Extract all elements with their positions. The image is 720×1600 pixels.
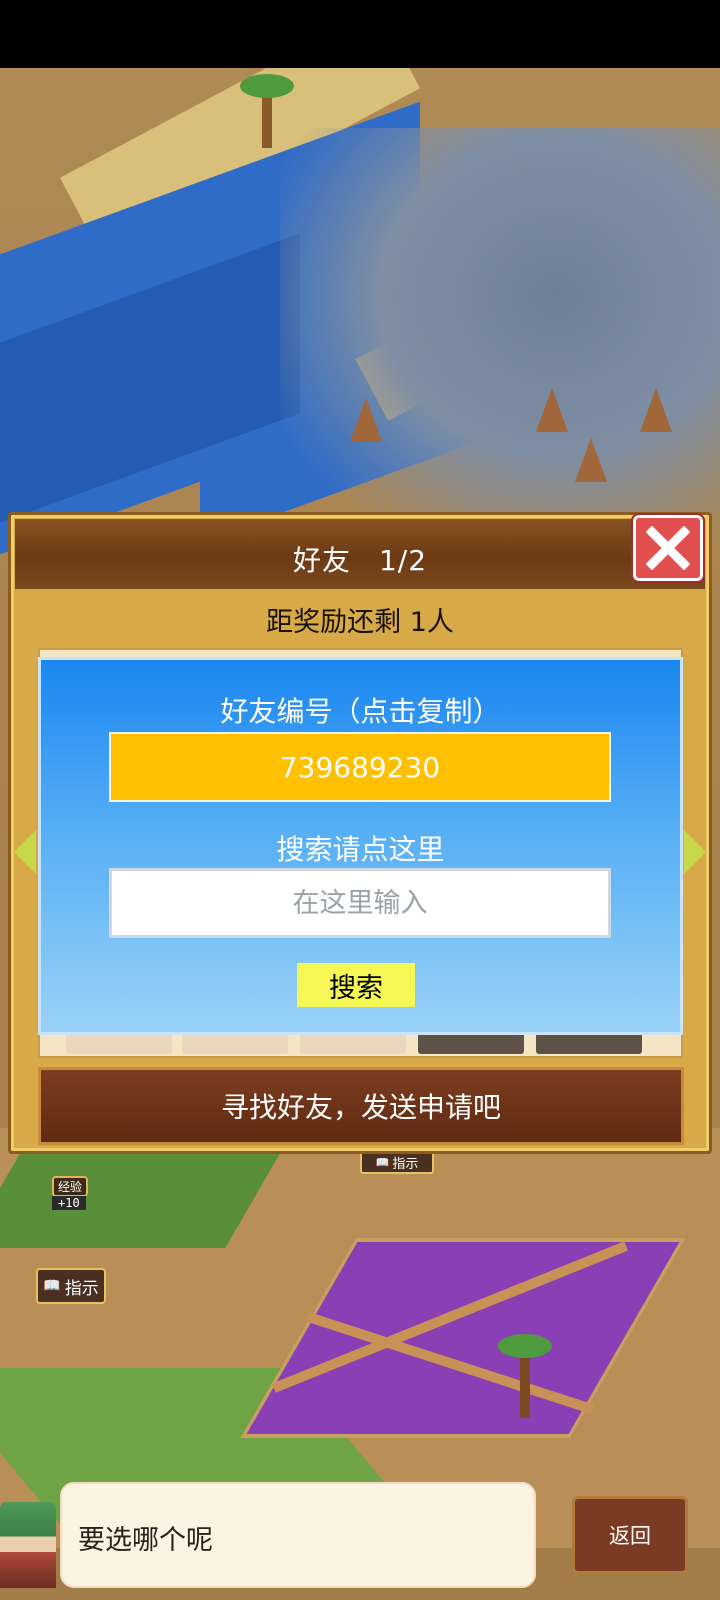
back-button[interactable]: 返回 — [572, 1496, 688, 1574]
find-friends-button[interactable]: 寻找好友，发送申请吧 — [38, 1067, 684, 1145]
tree — [498, 1334, 552, 1418]
advisor-avatar — [0, 1502, 56, 1588]
search-label: 搜索请点这里 — [276, 833, 445, 866]
friend-search-popup: 好友编号（点击复制） 739689230 搜索请点这里 搜索 — [38, 657, 683, 1035]
rock — [640, 388, 672, 432]
exp-badge: 经验 — [52, 1176, 89, 1197]
status-bar — [0, 0, 720, 68]
friend-id-copy-button[interactable]: 739689230 — [109, 732, 611, 802]
close-icon — [646, 526, 690, 570]
reward-remaining-text: 距奖励还剩 1人 — [266, 607, 454, 638]
message-text: 要选哪个呢 — [78, 1525, 213, 1556]
next-page-arrow-icon[interactable] — [684, 830, 706, 874]
book-icon: 📖 — [43, 1278, 61, 1294]
exp-badge-label: 经验 — [58, 1180, 83, 1194]
search-input[interactable] — [109, 868, 611, 938]
guide-button-secondary-label: 指示 — [392, 1156, 419, 1172]
exp-value: +10 — [52, 1196, 86, 1210]
close-button[interactable] — [633, 515, 703, 581]
dialog-title: 好友 1/2 — [15, 539, 705, 579]
book-icon: 📖 — [375, 1155, 390, 1169]
rock — [575, 438, 607, 482]
fog-of-war — [280, 128, 720, 548]
guide-button-label: 指示 — [64, 1278, 99, 1299]
rock — [536, 388, 568, 432]
search-button[interactable]: 搜索 — [297, 963, 415, 1007]
friend-id-label: 好友编号（点击复制） — [220, 695, 501, 728]
dialog-title-text: 好友 — [292, 544, 351, 577]
page-indicator: 1/2 — [378, 544, 428, 577]
rock — [350, 398, 382, 442]
message-bubble: 要选哪个呢 — [60, 1482, 536, 1588]
dialog-header: 好友 1/2 — [15, 519, 705, 589]
previous-page-arrow-icon[interactable] — [14, 830, 36, 874]
guide-button[interactable]: 📖 指示 — [36, 1268, 106, 1304]
palm-tree — [240, 74, 294, 148]
find-friends-label: 寻找好友，发送申请吧 — [220, 1091, 501, 1124]
back-button-label: 返回 — [609, 1524, 651, 1548]
